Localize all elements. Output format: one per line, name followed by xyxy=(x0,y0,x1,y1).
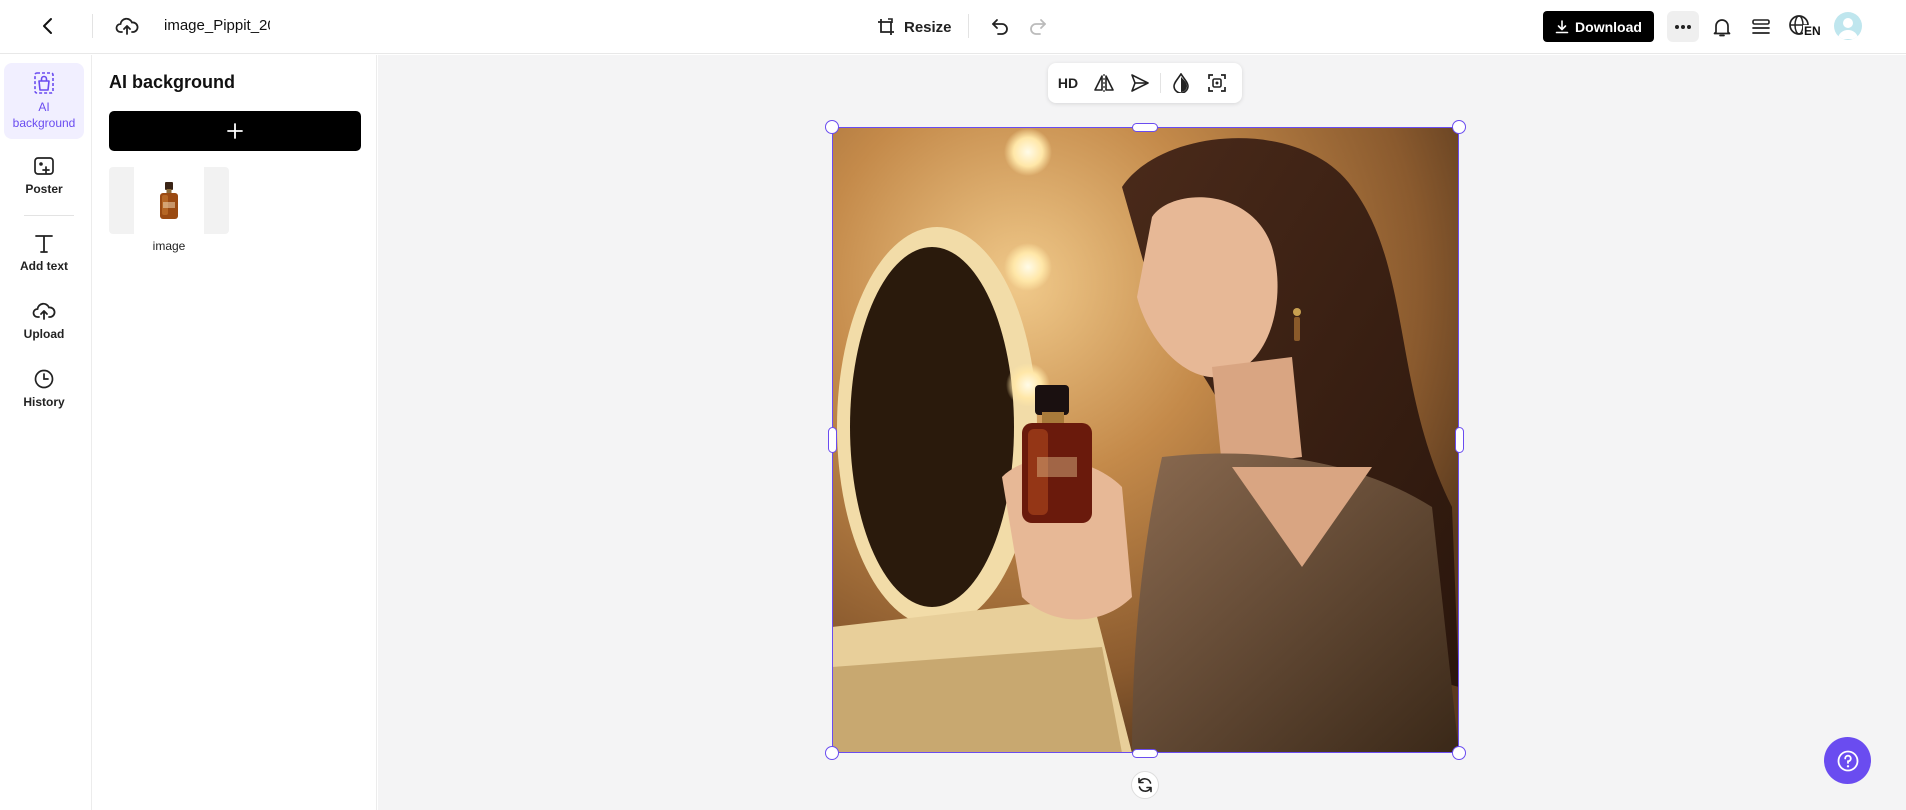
resize-handle-top[interactable] xyxy=(1132,123,1158,132)
download-label: Download xyxy=(1575,18,1642,35)
notifications-button[interactable] xyxy=(1709,14,1735,40)
resize-button[interactable]: Resize xyxy=(876,14,952,40)
download-button[interactable]: Download xyxy=(1543,11,1654,42)
thumbnail-image xyxy=(134,167,204,234)
more-horizontal-icon xyxy=(1675,24,1691,29)
thumbnail-label: image xyxy=(152,239,186,253)
send-button[interactable] xyxy=(1122,63,1158,103)
rail-item-label: Upload xyxy=(23,327,65,341)
cloud-upload-icon xyxy=(115,17,139,35)
rail-item-label: History xyxy=(23,395,65,409)
resize-handle-right[interactable] xyxy=(1455,427,1464,453)
rail-item-label: Add text xyxy=(20,259,68,273)
resize-label: Resize xyxy=(904,18,952,36)
rail-item-add-text[interactable]: Add text xyxy=(4,232,84,282)
language-button[interactable]: EN xyxy=(1788,12,1822,42)
rail-item-label: AI background xyxy=(12,100,76,130)
crop-focus-button[interactable] xyxy=(1199,63,1235,103)
help-circle-icon xyxy=(1837,750,1858,771)
image-toolbar: HD xyxy=(1048,63,1242,103)
perfume-bottle-icon xyxy=(160,181,178,219)
rail-item-upload[interactable]: Upload xyxy=(4,300,84,350)
ai-background-panel: AI background image xyxy=(93,55,377,810)
help-button[interactable] xyxy=(1824,737,1871,784)
image-thumbnail[interactable] xyxy=(109,167,229,234)
user-avatar-icon xyxy=(1838,18,1858,39)
plus-icon xyxy=(227,123,243,139)
opacity-button[interactable] xyxy=(1163,63,1199,103)
redo-button[interactable] xyxy=(1026,14,1050,38)
poster-icon xyxy=(34,157,54,175)
woman-with-perfume-photo xyxy=(832,127,1459,753)
download-icon xyxy=(1555,19,1569,33)
text-icon xyxy=(35,235,53,253)
file-name[interactable]: image_Pippit_20 xyxy=(164,17,270,34)
resize-handle-bottom-right[interactable] xyxy=(1452,746,1466,760)
avatar[interactable] xyxy=(1834,12,1862,40)
hd-button[interactable]: HD xyxy=(1050,63,1086,103)
panel-title: AI background xyxy=(109,72,236,92)
send-icon xyxy=(1131,74,1149,92)
layers-button[interactable] xyxy=(1748,14,1774,40)
flip-icon xyxy=(1094,74,1114,92)
undo-button[interactable] xyxy=(988,14,1012,38)
opacity-drop-icon xyxy=(1173,73,1189,93)
redo-icon xyxy=(1030,19,1046,35)
more-button[interactable] xyxy=(1667,11,1699,42)
rail-divider xyxy=(24,215,74,216)
rail-item-label: Poster xyxy=(25,182,63,196)
resize-handle-top-right[interactable] xyxy=(1452,120,1466,134)
back-button[interactable] xyxy=(36,14,60,38)
cloud-save-button[interactable] xyxy=(114,14,140,38)
left-rail: AI background Poster Add text Upload His… xyxy=(0,55,92,810)
add-background-button[interactable] xyxy=(109,111,361,151)
clock-icon xyxy=(34,369,54,389)
resize-handle-top-left[interactable] xyxy=(825,120,839,134)
flip-button[interactable] xyxy=(1086,63,1122,103)
rail-item-history[interactable]: History xyxy=(4,368,84,418)
resize-icon xyxy=(878,18,894,35)
top-bar: image_Pippit_20 Resize Download EN xyxy=(0,0,1906,54)
chevron-left-icon xyxy=(43,18,52,34)
canvas-image[interactable] xyxy=(832,127,1459,753)
ai-background-icon xyxy=(34,72,54,94)
crop-focus-icon xyxy=(1208,74,1226,92)
rotate-icon xyxy=(1138,777,1152,793)
undo-icon xyxy=(992,19,1008,35)
resize-handle-left[interactable] xyxy=(828,427,837,453)
language-code: EN xyxy=(1803,24,1822,38)
bell-icon xyxy=(1713,19,1731,37)
resize-handle-bottom[interactable] xyxy=(1132,749,1158,758)
rail-item-ai-background[interactable]: AI background xyxy=(4,63,84,139)
cloud-upload-icon xyxy=(32,302,56,320)
resize-handle-bottom-left[interactable] xyxy=(825,746,839,760)
rotate-button[interactable] xyxy=(1131,771,1159,799)
layers-icon xyxy=(1752,19,1770,34)
rail-item-poster[interactable]: Poster xyxy=(4,155,84,205)
